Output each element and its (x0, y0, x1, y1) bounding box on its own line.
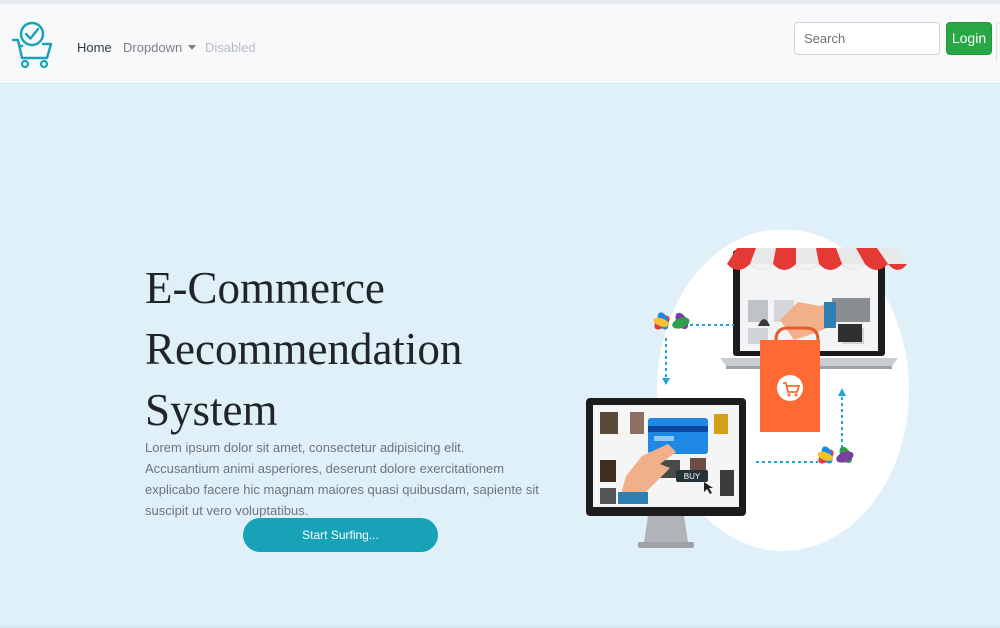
caret-down-icon (188, 45, 197, 50)
search-input[interactable] (794, 22, 940, 55)
start-surfing-button[interactable]: Start Surfing... (243, 518, 438, 552)
navbar: Home Dropdown Disabled Login (0, 4, 1000, 81)
online-shopping-illustration: BUY (586, 230, 909, 551)
hero-title: E-Commerce Recommendation System (145, 258, 525, 441)
nav-dropdown-label: Dropdown (123, 40, 183, 55)
nav-home-link[interactable]: Home (77, 40, 112, 55)
hero-description: Lorem ipsum dolor sit amet, consectetur … (145, 440, 539, 518)
hero-title-line: Recommendation (145, 324, 463, 374)
buy-label: BUY (684, 472, 701, 481)
nav-disabled-link: Disabled (205, 40, 256, 55)
nav-dropdown-toggle[interactable]: Dropdown (123, 40, 197, 55)
hero-section: E-Commerce Recommendation System Lorem i… (0, 82, 1000, 628)
login-button[interactable]: Login (946, 22, 992, 55)
hero-title-line: System (145, 385, 278, 435)
cart-check-icon[interactable] (11, 20, 55, 70)
hero-title-line: E-Commerce (145, 263, 385, 313)
clipped-element-edge (996, 22, 1000, 62)
